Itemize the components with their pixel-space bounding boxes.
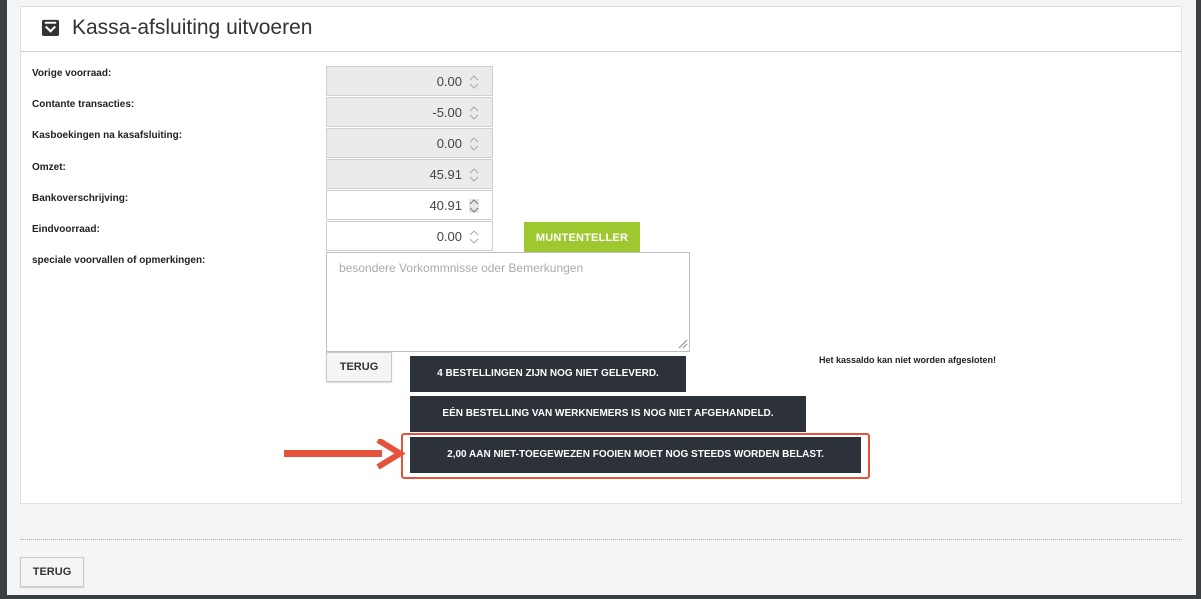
message-undelivered-orders[interactable]: 4 BESTELLINGEN ZIJN NOG NIET GELEVERD. (410, 356, 686, 392)
resize-handle-icon[interactable] (678, 339, 688, 349)
cash-closing-panel: Kassa-afsluiting uitvoeren Vorige voorra… (20, 6, 1182, 504)
revenue-value: 45.91 (429, 167, 462, 182)
footer-back-button[interactable]: TERUG (20, 557, 84, 587)
revenue-field: 45.91 (326, 159, 493, 189)
label-cash-bookings: Kasboekingen na kasafsluiting: (32, 130, 183, 141)
previous-stock-value: 0.00 (436, 74, 462, 89)
spinner-icon (469, 106, 479, 120)
window-right-edge (1196, 0, 1201, 599)
page-title: Kassa-afsluiting uitvoeren (72, 16, 313, 39)
window-bottom-edge (0, 595, 1201, 599)
closing-stock-input[interactable]: 0.00 (326, 221, 493, 251)
message-employee-order[interactable]: EÉN BESTELLING VAN WERKNEMERS IS NOG NIE… (410, 396, 806, 432)
bank-transfer-input[interactable]: 40.91 (326, 190, 493, 220)
label-revenue: Omzet: (32, 162, 66, 173)
label-remarks: speciale voorvallen of opmerkingen: (32, 255, 206, 266)
highlight-box (401, 433, 870, 479)
window-left-edge (0, 0, 7, 599)
label-bank-transfer: Bankoverschrijving: (32, 193, 129, 204)
spinner-icon[interactable] (469, 230, 479, 244)
previous-stock-field: 0.00 (326, 66, 493, 96)
coin-counter-button[interactable]: MUNTENTELLER (524, 222, 640, 252)
cannot-close-notice: Het kassaldo kan niet worden afgesloten! (819, 355, 997, 365)
cash-bookings-value: 0.00 (436, 136, 462, 151)
cash-register-icon (41, 19, 60, 37)
remarks-textarea[interactable] (326, 252, 690, 352)
cash-bookings-field: 0.00 (326, 128, 493, 158)
arrow-icon (284, 439, 406, 469)
bank-transfer-value: 40.91 (429, 198, 462, 213)
back-button[interactable]: TERUG (326, 352, 392, 382)
cash-transactions-value: -5.00 (432, 105, 462, 120)
divider (20, 539, 1182, 540)
spinner-icon (469, 75, 479, 89)
spinner-icon (469, 168, 479, 182)
label-previous-stock: Vorige voorraad: (32, 68, 112, 79)
panel-header: Kassa-afsluiting uitvoeren (21, 7, 1181, 52)
label-cash-transactions: Contante transacties: (32, 99, 135, 110)
cash-transactions-field: -5.00 (326, 97, 493, 127)
spinner-icon[interactable] (469, 199, 479, 213)
label-closing-stock: Eindvoorraad: (32, 224, 100, 235)
spinner-icon (469, 137, 479, 151)
closing-stock-value: 0.00 (436, 229, 462, 244)
